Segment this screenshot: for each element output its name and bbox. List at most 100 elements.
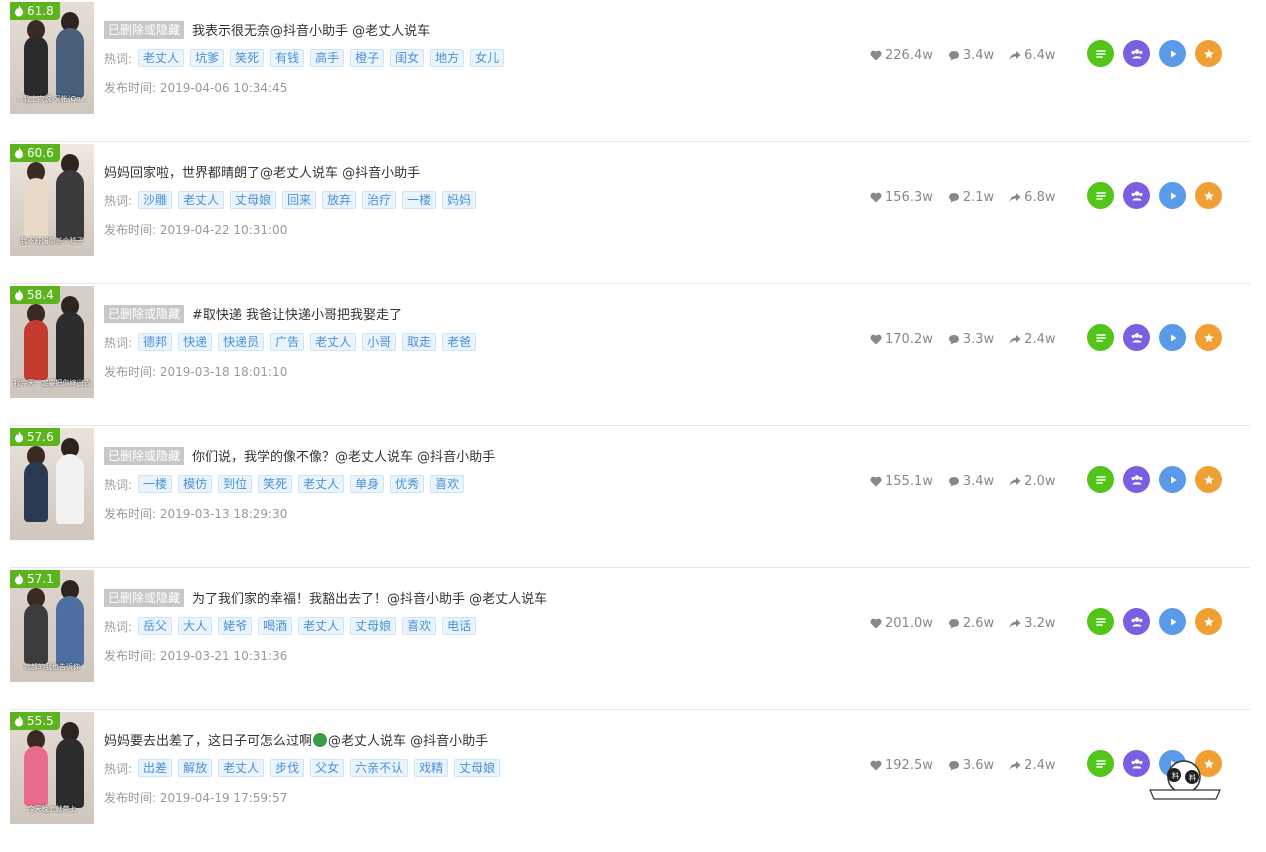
- detail-button[interactable]: [1087, 40, 1114, 67]
- play-button[interactable]: [1159, 466, 1186, 493]
- detail-button[interactable]: [1087, 324, 1114, 351]
- hot-word-tag[interactable]: 小哥: [362, 333, 397, 351]
- hot-word-tag[interactable]: 老丈人: [310, 333, 357, 351]
- hot-word-tag[interactable]: 戏精: [414, 759, 449, 777]
- hot-word-tag[interactable]: 单身: [350, 475, 385, 493]
- comment-icon: [948, 335, 959, 345]
- video-thumbnail[interactable]: …我上次说·又帐(Qo… 61.8: [10, 2, 94, 114]
- hot-word-tag[interactable]: 回来: [282, 191, 317, 209]
- collect-button[interactable]: [1195, 324, 1222, 351]
- video-thumbnail[interactable]: 姓叔的我也告诉你 57.1: [10, 570, 94, 682]
- hot-word-tag[interactable]: 优秀: [390, 475, 425, 493]
- hot-word-tag[interactable]: 模仿: [178, 475, 213, 493]
- hot-words: 热词: 沙雕 老丈人 丈母娘 回来 放弃 治疗 一楼 妈妈: [104, 191, 477, 209]
- hot-word-tag[interactable]: 大人: [178, 617, 213, 635]
- play-button[interactable]: [1159, 608, 1186, 635]
- hot-word-tag[interactable]: 老丈人: [298, 617, 345, 635]
- hot-word-tag[interactable]: 坑爹: [190, 49, 225, 67]
- hot-word-tag[interactable]: 六亲不认: [350, 759, 409, 777]
- hot-word-tag[interactable]: 妈妈: [442, 191, 477, 209]
- users-icon: [1131, 758, 1142, 768]
- collect-button[interactable]: [1195, 182, 1222, 209]
- video-title-line: 已删除或隐藏 你们说，我学的像不像？@老丈人说车 @抖音小助手: [104, 446, 495, 465]
- hot-word-tag[interactable]: 老丈人: [298, 475, 345, 493]
- hot-word-tag[interactable]: 喜欢: [402, 617, 437, 635]
- hot-words-label: 热词:: [104, 619, 133, 634]
- detail-button[interactable]: [1087, 182, 1114, 209]
- hot-word-tag[interactable]: 电话: [442, 617, 477, 635]
- hot-word-tag[interactable]: 岳父: [138, 617, 173, 635]
- hot-word-tag[interactable]: 沙雕: [138, 191, 173, 209]
- hot-word-tag[interactable]: 老丈人: [138, 49, 185, 67]
- hot-word-tag[interactable]: 女儿: [470, 49, 505, 67]
- collect-button[interactable]: [1195, 466, 1222, 493]
- hot-word-tag[interactable]: 广告: [270, 333, 305, 351]
- fans-button[interactable]: [1123, 40, 1150, 67]
- fans-button[interactable]: [1123, 182, 1150, 209]
- share-icon: [1009, 761, 1021, 770]
- hot-word-tag[interactable]: 到位: [218, 475, 253, 493]
- hot-word-tag[interactable]: 放弃: [322, 191, 357, 209]
- video-title[interactable]: #取快递 我爸让快递小哥把我娶走了: [192, 304, 402, 323]
- hot-word-tag[interactable]: 老丈人: [178, 191, 225, 209]
- play-button[interactable]: [1159, 40, 1186, 67]
- video-title[interactable]: 你们说，我学的像不像？@老丈人说车 @抖音小助手: [192, 446, 495, 465]
- detail-button[interactable]: [1087, 466, 1114, 493]
- heart-icon: [870, 618, 882, 629]
- hot-word-tag[interactable]: 闺女: [390, 49, 425, 67]
- video-title[interactable]: 妈妈回家啦，世界都晴朗了@老丈人说车 @抖音小助手: [104, 162, 420, 181]
- hot-word-tag[interactable]: 地方: [430, 49, 465, 67]
- play-icon: [1170, 192, 1176, 199]
- video-thumbnail[interactable]: 今天晚上就带上 55.5: [10, 712, 94, 824]
- hot-word-tag[interactable]: 治疗: [362, 191, 397, 209]
- share-icon: [1009, 51, 1021, 60]
- hot-word-tag[interactable]: 德邦: [138, 333, 173, 351]
- hot-word-tag[interactable]: 一楼: [138, 475, 173, 493]
- video-row: 我不舒服你盖个毯子 60.6 妈妈回家啦，世界都晴朗了@老丈人说车 @抖音小助手…: [10, 142, 1250, 284]
- score-value: 60.6: [27, 146, 54, 160]
- hot-word-tag[interactable]: 有钱: [270, 49, 305, 67]
- hot-words-label: 热词:: [104, 761, 133, 776]
- hot-word-tag[interactable]: 解放: [178, 759, 213, 777]
- hot-word-tag[interactable]: 一楼: [402, 191, 437, 209]
- hot-word-tag[interactable]: 笑死: [230, 49, 265, 67]
- action-buttons: [1087, 182, 1222, 209]
- video-thumbnail[interactable]: 57.6: [10, 428, 94, 540]
- hot-word-tag[interactable]: 快递员: [218, 333, 265, 351]
- hot-word-tag[interactable]: 高手: [310, 49, 345, 67]
- hot-word-tag[interactable]: 笑死: [258, 475, 293, 493]
- hot-word-tag[interactable]: 丈母娘: [350, 617, 397, 635]
- detail-button[interactable]: [1087, 608, 1114, 635]
- video-thumbnail[interactable]: 我今天一定要把你嫁出去 58.4: [10, 286, 94, 398]
- video-title[interactable]: 为了我们家的幸福！我豁出去了！@抖音小助手 @老丈人说车: [192, 588, 547, 607]
- hot-word-tag[interactable]: 姥爷: [218, 617, 253, 635]
- detail-button[interactable]: [1087, 750, 1114, 777]
- hot-word-tag[interactable]: 出差: [138, 759, 173, 777]
- fans-button[interactable]: [1123, 324, 1150, 351]
- crying-emoji-icon: [313, 733, 328, 747]
- list-icon: [1095, 475, 1106, 484]
- share-icon: [1009, 619, 1021, 628]
- hot-word-tag[interactable]: 橙子: [350, 49, 385, 67]
- hot-word-tag[interactable]: 老爸: [442, 333, 477, 351]
- tag-list: 出差 解放 老丈人 步伐 父女 六亲不认 戏精 丈母娘: [138, 759, 501, 777]
- hot-word-tag[interactable]: 喝酒: [258, 617, 293, 635]
- hot-word-tag[interactable]: 喜欢: [430, 475, 465, 493]
- users-icon: [1131, 616, 1142, 626]
- hot-word-tag[interactable]: 快递: [178, 333, 213, 351]
- play-button[interactable]: [1159, 182, 1186, 209]
- hot-word-tag[interactable]: 丈母娘: [230, 191, 277, 209]
- video-title[interactable]: 妈妈要去出差了，这日子可怎么过啊 @老丈人说车 @抖音小助手: [104, 730, 488, 749]
- fans-button[interactable]: [1123, 466, 1150, 493]
- video-thumbnail[interactable]: 我不舒服你盖个毯子 60.6: [10, 144, 94, 256]
- hot-word-tag[interactable]: 步伐: [270, 759, 305, 777]
- collect-button[interactable]: [1195, 40, 1222, 67]
- video-title[interactable]: 我表示很无奈@抖音小助手 @老丈人说车: [192, 20, 430, 39]
- hot-word-tag[interactable]: 老丈人: [218, 759, 265, 777]
- hot-word-tag[interactable]: 取走: [402, 333, 437, 351]
- fans-button[interactable]: [1123, 608, 1150, 635]
- collect-button[interactable]: [1195, 608, 1222, 635]
- hot-word-tag[interactable]: 丈母娘: [454, 759, 501, 777]
- play-button[interactable]: [1159, 324, 1186, 351]
- hot-word-tag[interactable]: 父女: [310, 759, 345, 777]
